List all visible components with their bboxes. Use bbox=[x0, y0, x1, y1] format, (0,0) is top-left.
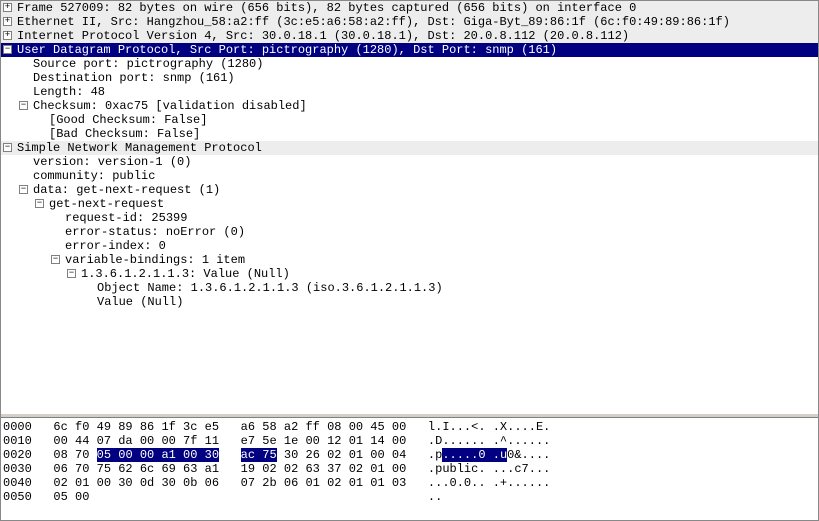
hex-offset: 0050 bbox=[3, 490, 32, 504]
tree-udp-good-checksum[interactable]: [Good Checksum: False] bbox=[1, 113, 818, 127]
tree-row-label: Ethernet II, Src: Hangzhou_58:a2:ff (3c:… bbox=[1, 15, 730, 29]
collapse-icon[interactable] bbox=[19, 185, 28, 194]
tree-row-label: Length: 48 bbox=[1, 85, 105, 99]
hex-ascii: 0&.... bbox=[507, 448, 550, 462]
tree-row-label: community: public bbox=[1, 169, 155, 183]
tree-row-label: error-status: noError (0) bbox=[1, 225, 245, 239]
hex-offset: 0030 bbox=[3, 462, 32, 476]
hex-ascii: ...0.0.. .+...... bbox=[428, 476, 550, 490]
tree-row-label: Simple Network Management Protocol bbox=[1, 141, 262, 155]
hex-ascii: .public. ...c7... bbox=[428, 462, 550, 476]
hex-offset: 0040 bbox=[3, 476, 32, 490]
tree-row-label: Destination port: snmp (161) bbox=[1, 71, 235, 85]
tree-row-label: User Datagram Protocol, Src Port: pictro… bbox=[1, 43, 557, 57]
collapse-icon[interactable] bbox=[3, 45, 12, 54]
hex-offset: 0000 bbox=[3, 420, 32, 434]
hex-bytes: a6 58 a2 ff 08 00 45 00 bbox=[241, 420, 407, 434]
tree-frame[interactable]: Frame 527009: 82 bytes on wire (656 bits… bbox=[1, 1, 818, 15]
hex-row[interactable]: 0050 05 00 .. bbox=[3, 490, 816, 504]
tree-snmp-errorindex[interactable]: error-index: 0 bbox=[1, 239, 818, 253]
tree-row-label: Value (Null) bbox=[1, 295, 183, 309]
hex-bytes: 05 00 bbox=[53, 490, 89, 504]
hex-bytes: 02 01 00 30 0d 30 0b 06 bbox=[53, 476, 219, 490]
tree-row-label: version: version-1 (0) bbox=[1, 155, 191, 169]
hex-dump-pane[interactable]: 0000 6c f0 49 89 86 1f 3c e5 a6 58 a2 ff… bbox=[1, 418, 818, 520]
expand-icon[interactable] bbox=[3, 31, 12, 40]
hex-bytes: 6c f0 49 89 86 1f 3c e5 bbox=[53, 420, 219, 434]
tree-udp-length[interactable]: Length: 48 bbox=[1, 85, 818, 99]
tree-snmp-objectname[interactable]: Object Name: 1.3.6.1.2.1.1.3 (iso.3.6.1.… bbox=[1, 281, 818, 295]
tree-row-label: Internet Protocol Version 4, Src: 30.0.1… bbox=[1, 29, 629, 43]
hex-offset: 0010 bbox=[3, 434, 32, 448]
collapse-icon[interactable] bbox=[67, 269, 76, 278]
hex-ascii: l.I...<. .X....E. bbox=[428, 420, 550, 434]
collapse-icon[interactable] bbox=[19, 101, 28, 110]
tree-snmp-value[interactable]: Value (Null) bbox=[1, 295, 818, 309]
tree-row-label: 1.3.6.1.2.1.1.3: Value (Null) bbox=[1, 267, 290, 281]
tree-row-label: Checksum: 0xac75 [validation disabled] bbox=[1, 99, 307, 113]
collapse-icon[interactable] bbox=[51, 255, 60, 264]
hex-bytes: 00 44 07 da 00 00 7f 11 bbox=[53, 434, 219, 448]
tree-ip[interactable]: Internet Protocol Version 4, Src: 30.0.1… bbox=[1, 29, 818, 43]
tree-row-label: variable-bindings: 1 item bbox=[1, 253, 245, 267]
hex-bytes: 19 02 02 63 37 02 01 00 bbox=[241, 462, 407, 476]
tree-snmp-oid[interactable]: 1.3.6.1.2.1.1.3: Value (Null) bbox=[1, 267, 818, 281]
packet-tree-pane[interactable]: Frame 527009: 82 bytes on wire (656 bits… bbox=[1, 1, 818, 413]
hex-bytes: e7 5e 1e 00 12 01 14 00 bbox=[241, 434, 407, 448]
hex-bytes-highlight: 05 00 00 a1 00 30 bbox=[97, 448, 219, 462]
tree-snmp-errorstatus[interactable]: error-status: noError (0) bbox=[1, 225, 818, 239]
hex-ascii: .D...... .^...... bbox=[428, 434, 550, 448]
tree-snmp-community[interactable]: community: public bbox=[1, 169, 818, 183]
packet-details-window: Frame 527009: 82 bytes on wire (656 bits… bbox=[0, 0, 819, 521]
tree-row-label: [Good Checksum: False] bbox=[1, 113, 207, 127]
tree-snmp-data[interactable]: data: get-next-request (1) bbox=[1, 183, 818, 197]
tree-snmp-version[interactable]: version: version-1 (0) bbox=[1, 155, 818, 169]
hex-ascii: .p bbox=[428, 448, 442, 462]
hex-bytes: 06 70 75 62 6c 69 63 a1 bbox=[53, 462, 219, 476]
hex-row[interactable]: 0030 06 70 75 62 6c 69 63 a1 19 02 02 63… bbox=[3, 462, 816, 476]
hex-bytes: 30 26 02 01 00 04 bbox=[277, 448, 407, 462]
tree-row-label: Frame 527009: 82 bytes on wire (656 bits… bbox=[1, 1, 636, 15]
hex-row[interactable]: 0010 00 44 07 da 00 00 7f 11 e7 5e 1e 00… bbox=[3, 434, 816, 448]
hex-ascii-highlight: .....0 .u bbox=[442, 448, 507, 462]
collapse-icon[interactable] bbox=[35, 199, 44, 208]
tree-row-label: error-index: 0 bbox=[1, 239, 166, 253]
hex-offset: 0020 bbox=[3, 448, 32, 462]
expand-icon[interactable] bbox=[3, 3, 12, 12]
tree-row-label: [Bad Checksum: False] bbox=[1, 127, 200, 141]
tree-snmp-varbind[interactable]: variable-bindings: 1 item bbox=[1, 253, 818, 267]
hex-row[interactable]: 0040 02 01 00 30 0d 30 0b 06 07 2b 06 01… bbox=[3, 476, 816, 490]
tree-row-label: request-id: 25399 bbox=[1, 211, 187, 225]
tree-row-label: get-next-request bbox=[1, 197, 164, 211]
tree-snmp-requestid[interactable]: request-id: 25399 bbox=[1, 211, 818, 225]
tree-snmp-getnext[interactable]: get-next-request bbox=[1, 197, 818, 211]
hex-bytes: 08 70 bbox=[53, 448, 96, 462]
tree-row-label: data: get-next-request (1) bbox=[1, 183, 220, 197]
collapse-icon[interactable] bbox=[3, 143, 12, 152]
hex-ascii: .. bbox=[428, 490, 442, 504]
expand-icon[interactable] bbox=[3, 17, 12, 26]
tree-udp-dstport[interactable]: Destination port: snmp (161) bbox=[1, 71, 818, 85]
tree-snmp[interactable]: Simple Network Management Protocol bbox=[1, 141, 818, 155]
tree-udp-srcport[interactable]: Source port: pictrography (1280) bbox=[1, 57, 818, 71]
hex-row[interactable]: 0020 08 70 05 00 00 a1 00 30 ac 75 30 26… bbox=[3, 448, 816, 462]
hex-row[interactable]: 0000 6c f0 49 89 86 1f 3c e5 a6 58 a2 ff… bbox=[3, 420, 816, 434]
hex-bytes: 07 2b 06 01 02 01 01 03 bbox=[241, 476, 407, 490]
tree-udp-checksum[interactable]: Checksum: 0xac75 [validation disabled] bbox=[1, 99, 818, 113]
hex-bytes-highlight: ac 75 bbox=[241, 448, 277, 462]
tree-udp-bad-checksum[interactable]: [Bad Checksum: False] bbox=[1, 127, 818, 141]
tree-udp[interactable]: User Datagram Protocol, Src Port: pictro… bbox=[1, 43, 818, 57]
tree-row-label: Object Name: 1.3.6.1.2.1.1.3 (iso.3.6.1.… bbox=[1, 281, 443, 295]
tree-ethernet[interactable]: Ethernet II, Src: Hangzhou_58:a2:ff (3c:… bbox=[1, 15, 818, 29]
tree-row-label: Source port: pictrography (1280) bbox=[1, 57, 263, 71]
